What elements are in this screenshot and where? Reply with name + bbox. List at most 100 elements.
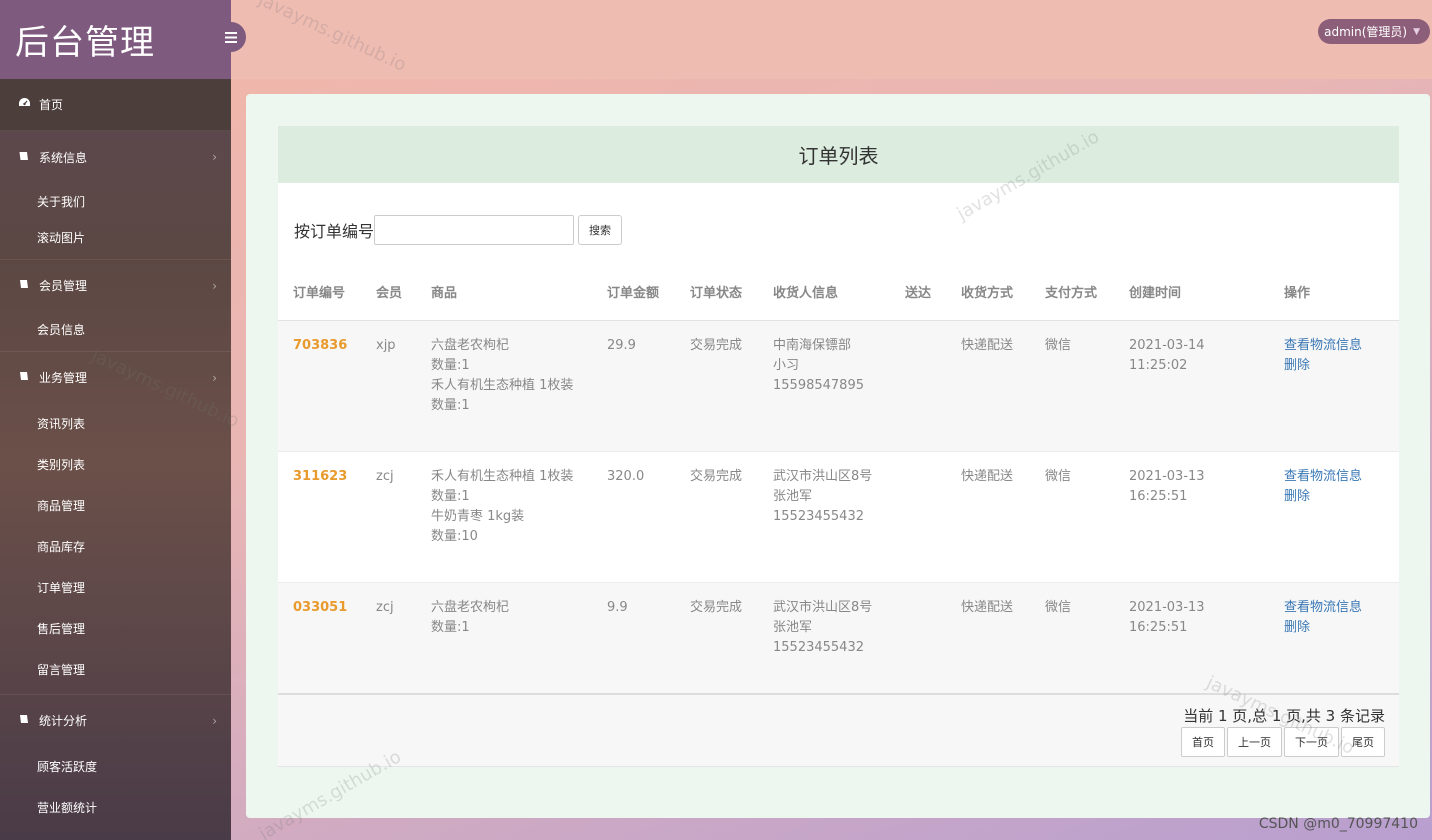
chevron-right-icon: › — [212, 150, 217, 164]
col-header-created: 创建时间 — [1114, 264, 1269, 321]
receiver-line: 15598547895 — [773, 377, 864, 393]
created-cell: 2021-03-14 11:25:02 — [1114, 320, 1269, 452]
sidebar-item-revenue[interactable]: 营业额统计 — [0, 787, 231, 828]
sidebar-nav: 首页 系统信息 › 关于我们 滚动图片 会员管理 › 会员信息 业务管理 › 资… — [0, 79, 231, 828]
receiver-line: 小习 — [773, 357, 800, 373]
brand-title: 后台管理 — [15, 23, 155, 63]
sidebar-item-label: 会员信息 — [37, 322, 86, 337]
delete-link[interactable]: 删除 — [1284, 356, 1393, 376]
sidebar-item-orders[interactable]: 订单管理 — [0, 567, 231, 608]
order-number: 311623 — [293, 468, 348, 484]
delete-link[interactable]: 删除 — [1284, 487, 1393, 507]
content-panel: 订单列表 按订单编号 搜索 订单编号 会员 商品 订单金额 订单状态 收货人信息 — [246, 94, 1430, 818]
goods-cell: 六盘老农枸杞 数量:1 禾人有机生态种植 1枚装 数量:1 — [416, 320, 592, 452]
sidebar-item-label: 营业额统计 — [37, 801, 98, 815]
receiver-cell: 中南海保镖部 小习 15598547895 — [758, 320, 890, 452]
book-icon — [16, 278, 32, 293]
sidebar-group-label: 会员管理 — [39, 279, 88, 293]
sidebar-item-label: 商品管理 — [37, 499, 86, 513]
sidebar-item-about[interactable]: 关于我们 — [0, 183, 231, 219]
sidebar-item-customer-activity[interactable]: 顾客活跃度 — [0, 746, 231, 787]
receiver-cell: 武汉市洪山区8号 张池军 15523455432 — [758, 451, 890, 583]
goods-line: 牛奶青枣 1kg装 — [431, 508, 525, 524]
last-page-button[interactable]: 尾页 — [1341, 727, 1385, 757]
receiver-line: 中南海保镖部 — [773, 337, 852, 353]
prev-page-button[interactable]: 上一页 — [1227, 727, 1282, 757]
table-row: 311623 zcj 禾人有机生态种植 1枚装 数量:1 牛奶青枣 1kg装 数… — [278, 451, 1399, 583]
book-icon — [16, 370, 32, 385]
pagination-info: 当前 1 页,总 1 页,共 3 条记录 — [1183, 707, 1385, 725]
col-header-goods: 商品 — [416, 264, 592, 321]
table-row: 033051 zcj 六盘老农枸杞 数量:1 9.9 交易完成 武汉市洪山区8号… — [278, 582, 1399, 694]
goods-line: 数量:1 — [431, 357, 470, 373]
col-header-ops: 操作 — [1269, 264, 1399, 321]
goods-line: 六盘老农枸杞 — [431, 337, 510, 353]
ship-method-cell: 快递配送 — [946, 451, 1030, 583]
user-menu-button[interactable]: admin(管理员) ▼ — [1318, 19, 1430, 44]
order-number-search-input[interactable] — [374, 215, 575, 245]
goods-cell: 六盘老农枸杞 数量:1 — [416, 582, 592, 694]
sidebar-group-system[interactable]: 系统信息 › — [0, 131, 231, 183]
col-header-amount: 订单金额 — [592, 264, 675, 321]
sidebar-item-carousel[interactable]: 滚动图片 — [0, 219, 231, 255]
receiver-line: 15523455432 — [773, 508, 864, 524]
pagination-area: 当前 1 页,总 1 页,共 3 条记录 首页 上一页 下一页 尾页 — [278, 693, 1399, 767]
sidebar-item-inventory[interactable]: 商品库存 — [0, 526, 231, 567]
sidebar-item-label: 订单管理 — [37, 581, 86, 595]
next-page-button[interactable]: 下一页 — [1284, 727, 1339, 757]
sidebar-item-messages[interactable]: 留言管理 — [0, 649, 231, 690]
delete-link[interactable]: 删除 — [1284, 618, 1393, 638]
ship-method-cell: 快递配送 — [946, 582, 1030, 694]
sidebar-group-members[interactable]: 会员管理 › — [0, 259, 231, 311]
book-icon — [16, 150, 32, 165]
created-cell: 2021-03-13 16:25:51 — [1114, 582, 1269, 694]
receiver-line: 武汉市洪山区8号 — [773, 468, 873, 484]
amount-cell: 320.0 — [592, 451, 675, 583]
goods-line: 六盘老农枸杞 — [431, 599, 510, 615]
col-header-ship-method: 收货方式 — [946, 264, 1030, 321]
receiver-line: 武汉市洪山区8号 — [773, 599, 873, 615]
receiver-cell: 武汉市洪山区8号 张池军 15523455432 — [758, 582, 890, 694]
col-header-pay-method: 支付方式 — [1030, 264, 1114, 321]
col-header-status: 订单状态 — [675, 264, 758, 321]
bars-icon[interactable] — [216, 22, 246, 52]
first-page-button[interactable]: 首页 — [1181, 727, 1225, 757]
goods-line: 数量:1 — [431, 619, 470, 635]
search-button[interactable]: 搜索 — [578, 215, 623, 245]
delivered-cell — [890, 451, 946, 583]
order-number: 033051 — [293, 599, 348, 615]
sidebar-item-news[interactable]: 资讯列表 — [0, 403, 231, 444]
book-icon — [16, 713, 32, 728]
ops-cell: 查看物流信息 删除 — [1269, 582, 1399, 694]
sidebar-item-after-sales[interactable]: 售后管理 — [0, 608, 231, 649]
sidebar-item-home[interactable]: 首页 — [0, 79, 231, 131]
sidebar-group-stats[interactable]: 统计分析 › — [0, 694, 231, 746]
amount-cell: 29.9 — [592, 320, 675, 452]
view-logistics-link[interactable]: 查看物流信息 — [1284, 467, 1393, 487]
chevron-right-icon: › — [212, 278, 217, 293]
sidebar-group-business[interactable]: 业务管理 › — [0, 351, 231, 403]
member-cell: xjp — [361, 320, 416, 452]
sidebar-item-label: 首页 — [39, 98, 64, 112]
orders-table: 订单编号 会员 商品 订单金额 订单状态 收货人信息 送达 收货方式 支付方式 … — [278, 264, 1399, 694]
member-cell: zcj — [361, 582, 416, 694]
status-cell: 交易完成 — [675, 451, 758, 583]
chevron-right-icon: › — [212, 370, 217, 385]
col-header-receiver: 收货人信息 — [758, 264, 890, 321]
view-logistics-link[interactable]: 查看物流信息 — [1284, 336, 1393, 356]
col-header-member: 会员 — [361, 264, 416, 321]
sidebar-item-products[interactable]: 商品管理 — [0, 485, 231, 526]
view-logistics-link[interactable]: 查看物流信息 — [1284, 598, 1393, 618]
sidebar-item-categories[interactable]: 类别列表 — [0, 444, 231, 485]
sidebar-item-member-info[interactable]: 会员信息 — [0, 311, 231, 347]
delivered-cell — [890, 582, 946, 694]
sidebar-item-label: 资讯列表 — [37, 417, 86, 431]
sidebar-item-label: 留言管理 — [37, 663, 86, 677]
caret-down-icon: ▼ — [1413, 26, 1420, 37]
user-label: admin(管理员) — [1324, 25, 1408, 39]
goods-line: 禾人有机生态种植 1枚装 — [431, 468, 574, 484]
receiver-line: 15523455432 — [773, 639, 864, 655]
member-cell: zcj — [361, 451, 416, 583]
sidebar-item-label: 滚动图片 — [37, 230, 86, 245]
pay-method-cell: 微信 — [1030, 451, 1114, 583]
